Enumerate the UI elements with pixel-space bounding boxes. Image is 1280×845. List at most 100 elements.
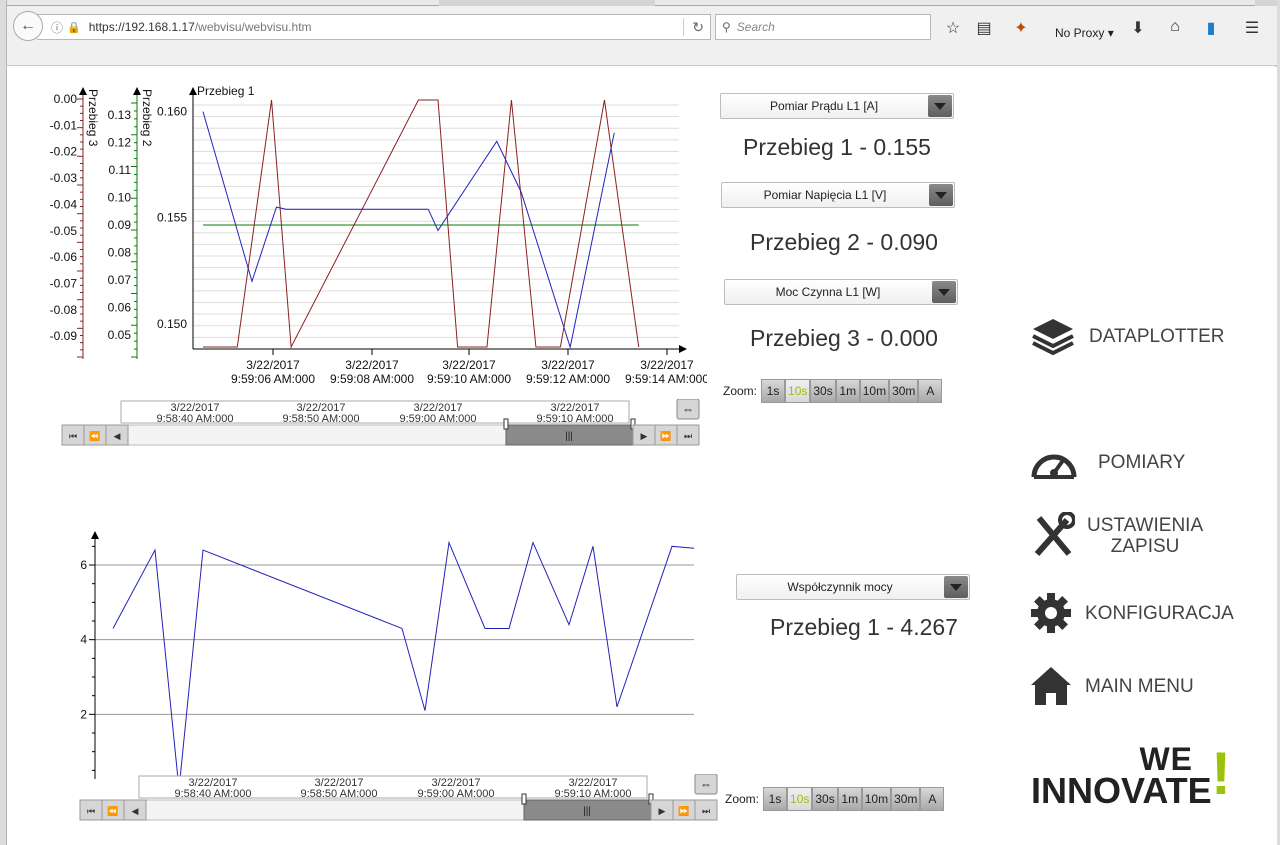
browser-toolbar: ⓘ 🔒 https://192.168.1.17/webvisu/webvisu… (7, 0, 1277, 66)
y3-tick-label: -0.02 (50, 145, 78, 159)
y-tick-label: 4 (80, 633, 87, 647)
expand-icon: ⇔ (682, 402, 694, 416)
series3-select[interactable]: Moc Czynna L1 [W] (724, 279, 958, 305)
menu-dataplotter[interactable]: DATAPLOTTER (1031, 315, 1224, 357)
y3-tick-label: 0.00 (54, 92, 78, 106)
zoom-1s-button[interactable]: 1s (763, 787, 788, 811)
tab-strip (7, 0, 1277, 6)
y3-axis-label: Przebieg 3 (86, 89, 100, 147)
nav-back-fast-button-icon: ⏪ (107, 805, 118, 816)
y3-tick-label: -0.07 (50, 276, 78, 290)
search-box[interactable]: ⚲ Search (715, 14, 931, 40)
zoom-30s-button[interactable]: 30s (810, 379, 836, 403)
menu-pomiary[interactable]: POMIARY (1030, 443, 1185, 481)
nav-back-button-icon: ◀ (132, 806, 139, 816)
nav-back-button-icon: ◀ (114, 431, 121, 441)
zoom-all-button[interactable]: A (918, 379, 943, 403)
y2-tick-label: 0.06 (108, 301, 132, 315)
navigator-time: 9:59:00 AM:000 (399, 413, 476, 425)
bookmark-star-icon[interactable]: ☆ (942, 18, 964, 38)
tab-right[interactable] (655, 0, 1255, 6)
lock-icon[interactable]: 🔒 (67, 21, 81, 34)
nav-bar: ⓘ 🔒 https://192.168.1.17/webvisu/webvisu… (7, 8, 1277, 46)
extension-icon[interactable]: ✦ (1010, 18, 1032, 38)
reload-icon[interactable]: ↻ (683, 18, 704, 36)
chevron-down-icon[interactable] (928, 95, 952, 117)
series1-select[interactable]: Pomiar Prądu L1 [A] (720, 93, 954, 119)
navigator-time: 9:59:10 AM:000 (536, 413, 613, 425)
home-icon[interactable]: ⌂ (1164, 18, 1186, 36)
chevron-down-icon[interactable] (929, 184, 953, 206)
x-tick-label-time: 9:59:12 AM:000 (526, 372, 610, 386)
y1-tick-label: 0.155 (157, 211, 187, 225)
x-tick-label-time: 9:59:10 AM:000 (427, 372, 511, 386)
series2-select[interactable]: Pomiar Napięcia L1 [V] (721, 182, 955, 208)
zoom-10s-button[interactable]: 10s (787, 787, 813, 811)
gear-icon (1031, 593, 1071, 633)
url-host: https://192.168.1.17 (88, 20, 195, 34)
tab-left[interactable] (7, 0, 439, 6)
logo-exclamation: ! (1211, 740, 1231, 807)
zoom-30m-button[interactable]: 30m (889, 379, 919, 403)
upper-timeline-navigator[interactable]: 3/22/20179:58:40 AM:0003/22/20179:58:50 … (53, 399, 701, 451)
zoom-10m-button[interactable]: 10m (861, 787, 892, 811)
lower-trend-chart[interactable]: 02463/22/20179:59:06 AM:0003/22/20179:59… (7, 459, 707, 779)
navigator-thumb-grip: ||| (583, 806, 591, 817)
zoom-label: Zoom: (723, 384, 758, 398)
series3-readout: Przebieg 3 - 0.000 (750, 325, 938, 351)
zoom-30s-button[interactable]: 30s (812, 787, 838, 811)
navigator-time: 9:58:40 AM:000 (174, 788, 251, 800)
zoom-all-button[interactable]: A (920, 787, 945, 811)
database-icon[interactable]: ▮ (1200, 18, 1222, 38)
proxy-dropdown[interactable]: No Proxy ▾ (1055, 26, 1114, 40)
y2-tick-label: 0.12 (108, 136, 132, 150)
chevron-down-icon[interactable] (932, 281, 956, 303)
y2-tick-label: 0.13 (108, 108, 132, 122)
nav-first-button-icon: ⏮ (87, 806, 95, 816)
menu-konfiguracja[interactable]: KONFIGURACJA (1029, 591, 1234, 635)
y-axis-1-arrow (189, 87, 197, 95)
series2-select-label: Pomiar Napięcia L1 [V] (763, 188, 887, 202)
proxy-label: No Proxy (1055, 26, 1105, 40)
zoom-1m-button[interactable]: 1m (837, 787, 862, 811)
y3-tick-label: -0.05 (50, 224, 78, 238)
reading-list-icon[interactable]: ▤ (973, 18, 995, 38)
menu-ustawienia-line2: ZAPISU (1110, 536, 1180, 557)
zoom-10s-button[interactable]: 10s (785, 379, 811, 403)
url-text[interactable]: https://192.168.1.17/webvisu/webvisu.htm (89, 20, 312, 34)
zoom-1s-button[interactable]: 1s (761, 379, 786, 403)
zoom-30m-button[interactable]: 30m (891, 787, 921, 811)
navigator-time: 9:58:50 AM:000 (300, 788, 377, 800)
zoom-10m-button[interactable]: 10m (859, 379, 890, 403)
y-tick-label: 6 (80, 558, 87, 572)
house-icon (1031, 667, 1071, 705)
series2-readout: Przebieg 2 - 0.090 (750, 229, 938, 255)
menu-main-menu[interactable]: MAIN MENU (1029, 664, 1194, 708)
chevron-down-icon[interactable] (944, 576, 968, 598)
zoom-1m-button[interactable]: 1m (835, 379, 860, 403)
lower-timeline-navigator[interactable]: 3/22/20179:58:40 AM:0003/22/20179:58:50 … (71, 774, 719, 826)
menu-pomiary-label: POMIARY (1098, 451, 1186, 473)
back-button[interactable]: ← (13, 11, 43, 41)
menu-icon[interactable]: ☰ (1241, 18, 1263, 38)
download-icon[interactable]: ⬇ (1127, 18, 1149, 38)
menu-ustawienia-zapisu[interactable]: USTAWIENIA ZAPISU (1031, 512, 1203, 560)
bottom-series-select[interactable]: Współczynnik mocy (736, 574, 970, 600)
x-axis-arrow (679, 345, 687, 353)
nav-forward-button-icon: ▶ (659, 806, 666, 816)
y-tick-label: 2 (80, 707, 87, 721)
upper-trend-chart[interactable]: Przebieg 1 0.150 0.155 0.160 0.05 0.06 0.07 0.0… (7, 67, 707, 387)
back-arrow-icon: ← (20, 17, 36, 34)
y-axis-3-arrow (79, 87, 87, 95)
series1-line (112, 540, 695, 779)
x-tick-label-date: 3/22/2017 (541, 358, 595, 372)
info-icon[interactable]: ⓘ (51, 19, 63, 36)
expand-icon: ⇔ (700, 777, 712, 791)
upper-zoom-bar: Zoom: 1s 10s 30s 1m 10m 30m A (723, 379, 943, 403)
menu-main-menu-label: MAIN MENU (1085, 675, 1194, 697)
y2-tick-label: 0.11 (109, 163, 132, 177)
navigator-time: 9:58:50 AM:000 (282, 413, 359, 425)
y2-tick-label: 0.05 (108, 328, 132, 342)
menu-dataplotter-label: DATAPLOTTER (1089, 325, 1225, 347)
address-bar[interactable]: ⓘ 🔒 https://192.168.1.17/webvisu/webvisu… (37, 14, 711, 40)
